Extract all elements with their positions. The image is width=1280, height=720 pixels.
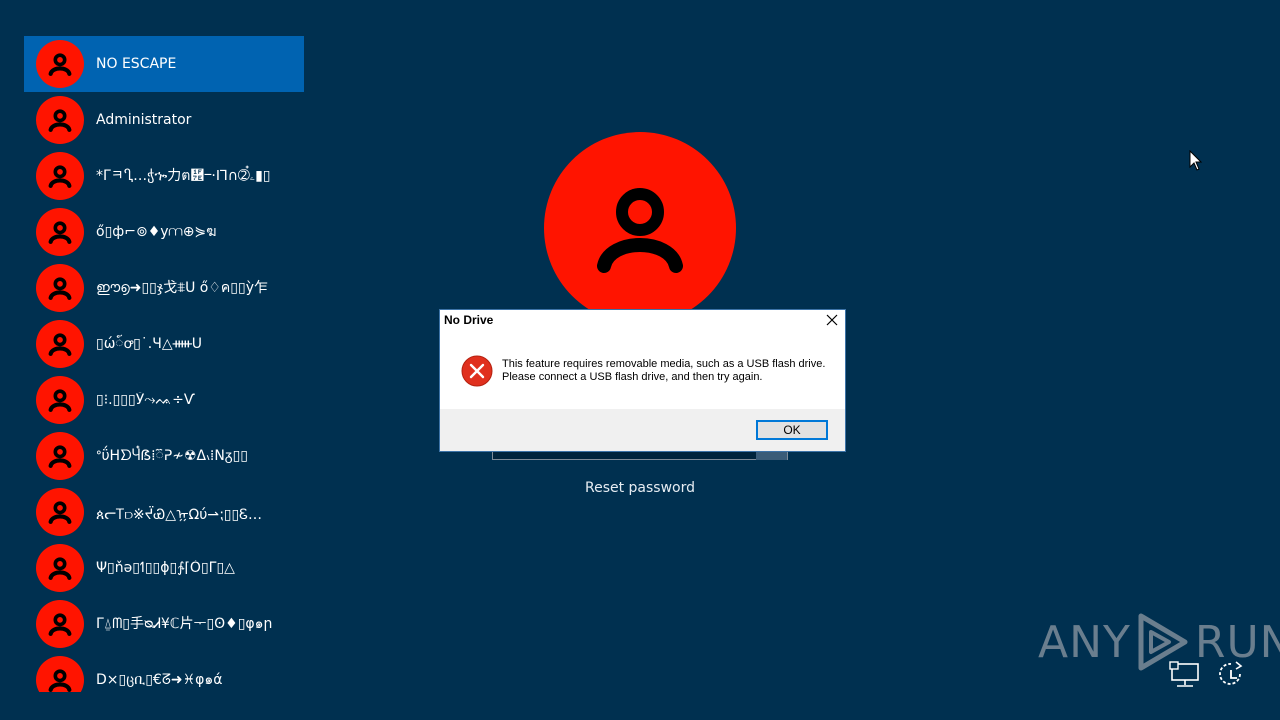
user-name: ᐤΰΗᗤႷּ๋ẞ⁞៊ᕈ≁☢ᐃ៶⁞Νᵹ▯▯ (96, 448, 248, 464)
user-list-item[interactable]: ▯ώ៍ꝍ▯˙.Ч△ᚔᑌ (24, 316, 304, 372)
user-avatar (36, 600, 84, 648)
user-silhouette-icon (48, 445, 72, 468)
user-list-item[interactable]: ഈ൭➜▯▯ჯ戈⩨ᑌ ő♢ค▯▯ỳ乍 (24, 260, 304, 316)
user-avatar (36, 208, 84, 256)
user-name: ጰᓕᎢ⫐※ᔬᏯ△ᡍΩύ⇀⁏▯▯Ꮛ… (96, 507, 263, 523)
user-name: ▯ώ៍ꝍ▯˙.Ч△ᚔᑌ (96, 335, 203, 352)
user-list-item[interactable]: ő▯ф⌐⊚♦у⩋⊕⋟ฆ (24, 204, 304, 260)
user-name: Administrator (96, 112, 192, 128)
user-silhouette-icon (48, 221, 72, 244)
user-name: Ψ▯ňǝ▯ߗ▯▯ϕ▯∱⌈Ò▯ᒥ▯△ (96, 560, 235, 576)
user-silhouette-icon (48, 389, 72, 412)
user-avatar (36, 264, 84, 312)
user-avatar (36, 376, 84, 424)
ok-button[interactable]: OK (756, 420, 828, 440)
user-list-item[interactable]: Administrator (24, 92, 304, 148)
user-silhouette-icon (597, 188, 683, 273)
user-avatar (36, 40, 84, 88)
user-name: NO ESCAPE (96, 56, 177, 72)
user-list-item[interactable]: Ψ▯ňǝ▯ߗ▯▯ϕ▯∱⌈Ò▯ᒥ▯△ (24, 540, 304, 596)
user-list-item[interactable]: D⨯▯ცቢ▯€ᘔ➜♓φ๑ά (24, 652, 304, 692)
dialog-message-line: This feature requires removable media, s… (502, 358, 826, 370)
watermark-text-left: ANY (1038, 616, 1131, 668)
user-silhouette-icon (48, 669, 72, 692)
user-list-item[interactable]: ᐤΰΗᗤႷּ๋ẞ⁞៊ᕈ≁☢ᐃ៶⁞Νᵹ▯▯ (24, 428, 304, 484)
dialog-message: This feature requires removable media, s… (502, 358, 825, 384)
user-avatar (36, 96, 84, 144)
user-avatar (36, 656, 84, 692)
dialog-title: No Drive (444, 313, 494, 327)
error-icon (461, 355, 493, 387)
user-name: *ΓㅋႢ…ჭኈ力ต὾ⲻ·ꓲ⅂∩➁๋ۦ▮▯ (96, 168, 271, 184)
close-icon[interactable] (825, 313, 839, 327)
ease-of-access-icon[interactable] (1214, 660, 1248, 692)
reset-password-link[interactable]: Reset password (540, 480, 740, 496)
user-name: ő▯ф⌐⊚♦у⩋⊕⋟ฆ (96, 224, 217, 240)
user-list: NO ESCAPE Administrator *ΓㅋႢ…ჭኈ力ต὾ⲻ·ꓲ⅂∩➁๋ۦ… (24, 36, 304, 692)
user-avatar (36, 544, 84, 592)
dialog-footer: OK (440, 409, 845, 451)
user-name: ▯⁝.▯▯▯Ў⤳ᨕ÷Ѵ (96, 392, 195, 408)
user-list-item[interactable]: ▯⁝.▯▯▯Ў⤳ᨕ÷Ѵ (24, 372, 304, 428)
no-drive-dialog: No Drive This feature requires removable… (440, 310, 845, 451)
dialog-message-line: Please connect a USB flash drive, and th… (502, 371, 763, 383)
selected-user-avatar (544, 132, 736, 324)
user-name: Γ⍙ᗰ▯手ᴓᏗ¥ℂ片ᅮ▯Ꙩ♦▯φ๑ր (96, 616, 273, 632)
user-silhouette-icon (48, 501, 72, 524)
user-silhouette-icon (48, 277, 72, 300)
user-avatar (36, 320, 84, 368)
network-icon[interactable] (1168, 660, 1202, 688)
user-name: ഈ൭➜▯▯ჯ戈⩨ᑌ ő♢ค▯▯ỳ乍 (96, 280, 268, 296)
user-silhouette-icon (48, 109, 72, 132)
user-silhouette-icon (48, 557, 72, 580)
user-avatar (36, 488, 84, 536)
mouse-cursor-icon (1189, 150, 1203, 171)
user-list-item[interactable]: *ΓㅋႢ…ჭኈ力ต὾ⲻ·ꓲ⅂∩➁๋ۦ▮▯ (24, 148, 304, 204)
user-silhouette-icon (48, 53, 72, 76)
user-list-item[interactable]: Γ⍙ᗰ▯手ᴓᏗ¥ℂ片ᅮ▯Ꙩ♦▯φ๑ր (24, 596, 304, 652)
user-silhouette-icon (48, 613, 72, 636)
user-avatar (36, 152, 84, 200)
user-avatar (36, 432, 84, 480)
user-name: D⨯▯ცቢ▯€ᘔ➜♓φ๑ά (96, 672, 223, 688)
user-list-item[interactable]: ጰᓕᎢ⫐※ᔬᏯ△ᡍΩύ⇀⁏▯▯Ꮛ… (24, 484, 304, 540)
user-silhouette-icon (48, 165, 72, 188)
user-list-item[interactable]: NO ESCAPE (24, 36, 304, 92)
user-silhouette-icon (48, 333, 72, 356)
